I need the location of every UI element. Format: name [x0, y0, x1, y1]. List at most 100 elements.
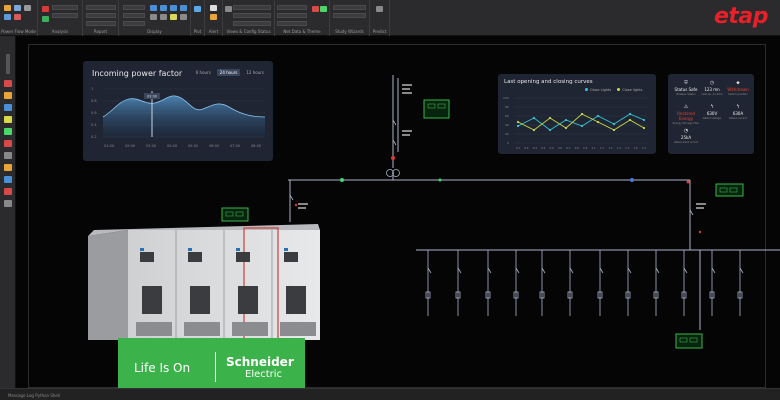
chart-tooltip: 03:00: [147, 95, 157, 99]
tab-12-hours[interactable]: 12 hours: [243, 69, 267, 76]
info-breaker-status: ⛨ Status Safe Breaker Status: [672, 80, 700, 96]
info-rated-voltage: ϟ 630V Rated voltage: [698, 104, 726, 120]
schneider-logo: Schneider: [226, 355, 294, 369]
tab-24-hours[interactable]: 24 hours: [216, 69, 241, 76]
bolt-icon: ϟ: [736, 104, 740, 110]
breaker-info-panel: ⛨ Status Safe Breaker Status ◷ 123 mn La…: [668, 74, 754, 154]
x-tick: 0.5: [550, 146, 554, 150]
y-tick: 0: [507, 141, 509, 145]
info-label: Rated voltage: [702, 117, 722, 120]
banner-divider: [215, 352, 216, 382]
x-tick: 0.6: [558, 146, 562, 150]
x-tick: 1.1: [592, 146, 596, 150]
time-range-tabs: 6 hours 24 hours 12 hours: [193, 69, 267, 76]
info-value: 630A: [732, 111, 744, 116]
feeder-switch[interactable]: [569, 267, 574, 274]
shield-icon: ⛨: [684, 80, 688, 86]
x-tick: 0.4: [541, 146, 545, 150]
feeder-switch[interactable]: [427, 267, 432, 274]
legend-label: Close lights: [622, 88, 643, 92]
x-ticks: 0.1 0.2 0.3 0.4 0.5 0.6 0.7 0.8 0.9 1.1 1.2 1.3 1.4 1…: [516, 146, 646, 150]
info-energy-storage: ⚠ Unstored Energy Energy Storage Hist.: [672, 104, 700, 125]
feeder-switch[interactable]: [739, 267, 744, 274]
info-switch-position: ⬥ Withdrawn Switch position: [724, 80, 752, 96]
bolt-icon: ϟ: [710, 104, 714, 110]
feeder-switch[interactable]: [683, 267, 688, 274]
incoming-power-factor-panel: Incoming power factor 6 hours 24 hours 1…: [83, 61, 273, 161]
info-value: Withdrawn: [727, 87, 749, 92]
cabinet-side: [88, 230, 128, 340]
legend-item: Close Lights: [585, 88, 611, 92]
drop-icon: ⬥: [736, 80, 740, 86]
power-factor-chart: 03:00 1 0.8 0.6 0.4 0.2 01:00 02:00 03:0…: [91, 87, 266, 148]
x-tick: 07:00: [230, 144, 240, 148]
y-tick: 0.4: [91, 123, 97, 127]
feeder-switch[interactable]: [599, 267, 604, 274]
x-tick: 0.9: [583, 146, 587, 150]
y-tick: 0.2: [91, 135, 97, 139]
legend-item: Close lights: [617, 88, 642, 92]
feeder-switch[interactable]: [457, 267, 462, 274]
feeder-switch[interactable]: [655, 267, 660, 274]
feeder-lines: [425, 250, 744, 316]
switchgear-image: [88, 224, 320, 341]
x-tick: 1.5: [625, 146, 629, 150]
info-value: 123 mn: [704, 87, 720, 92]
info-label: Breaker Status: [676, 93, 696, 96]
x-tick: 1.6: [634, 146, 638, 150]
x-tick: 06:00: [209, 144, 219, 148]
legend-swatch: [585, 88, 588, 91]
feeder-switch[interactable]: [515, 267, 520, 274]
feeder-switch[interactable]: [711, 267, 716, 274]
x-tick: 05:00: [188, 144, 198, 148]
panel-title: Last opening and closing curves: [504, 79, 593, 85]
x-tick: 03:00: [146, 144, 156, 148]
opening-closing-curves-panel: Last opening and closing curves Close Li…: [498, 74, 656, 154]
info-value: Unstored Energy: [676, 111, 696, 121]
info-label: Switch position: [728, 93, 748, 96]
curves-chart: 100 80 60 40 20 0 0.1 0.2 0.3 0.4 0.5 0.6 0.7 0…: [503, 96, 648, 150]
electric-logo: Electric: [245, 369, 283, 380]
warning-icon: ⚠: [683, 104, 689, 110]
info-label: Rated short circuit: [674, 141, 698, 144]
status-bar[interactable]: Message Log Python Shell: [0, 388, 780, 400]
etap-application: Power Flow Mode Analysis Report Display …: [0, 0, 780, 400]
x-tick: 1.4: [617, 146, 621, 150]
x-tick: 0.8: [575, 146, 579, 150]
x-tick: 1.3: [608, 146, 612, 150]
y-tick: 80: [505, 105, 509, 109]
feeder-switch[interactable]: [541, 267, 546, 274]
y-tick: 40: [505, 123, 509, 127]
x-tick: 0.3: [533, 146, 537, 150]
chart-legend: Close Lights Close lights: [585, 88, 642, 92]
timer-icon: ◷: [709, 80, 715, 86]
info-label: Rated current: [729, 117, 747, 120]
x-tick: 0.7: [566, 146, 570, 150]
x-tick: 1.7: [642, 146, 646, 150]
x-tick: 01:00: [104, 144, 114, 148]
series-close-lights: [517, 113, 645, 131]
life-is-on-text: Life Is On: [134, 361, 191, 375]
feeder-switch[interactable]: [487, 267, 492, 274]
x-tick: 04:00: [167, 144, 177, 148]
y-tick: 20: [505, 132, 509, 136]
info-value: 630V: [706, 111, 718, 116]
y-tick: 60: [505, 114, 509, 118]
info-short-circuit: ◔ 25kA Rated short circuit: [672, 128, 700, 144]
y-tick: 0.8: [91, 99, 97, 103]
info-rated-current: ϟ 630A Rated current: [724, 104, 752, 120]
panel-title: Incoming power factor: [92, 69, 183, 78]
y-tick: 1: [91, 87, 93, 91]
info-value: Status Safe: [674, 87, 698, 92]
x-tick: 0.2: [524, 146, 528, 150]
tab-6-hours[interactable]: 6 hours: [193, 69, 214, 76]
x-tick: 08:00: [251, 144, 261, 148]
y-tick: 100: [503, 96, 509, 100]
x-tick: 1.2: [600, 146, 604, 150]
gauge-icon: ◔: [683, 128, 689, 134]
info-label: Last op. on time: [701, 93, 723, 96]
feeder-switch[interactable]: [627, 267, 632, 274]
info-value: 25kA: [680, 135, 692, 140]
x-tick: 02:00: [125, 144, 135, 148]
legend-label: Close Lights: [590, 88, 612, 92]
